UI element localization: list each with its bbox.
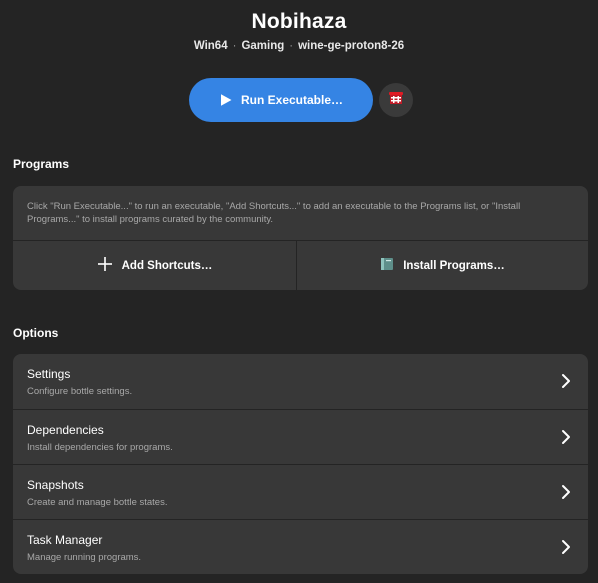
option-title: Task Manager — [27, 533, 103, 547]
option-subtitle: Manage running programs. — [27, 552, 142, 563]
chevron-right-icon — [562, 485, 570, 499]
options-section-title: Options — [13, 326, 59, 340]
install-programs-label: Install Programs… — [403, 259, 505, 272]
option-title: Snapshots — [27, 478, 84, 492]
chevron-right-icon — [562, 430, 570, 444]
option-subtitle: Install dependencies for programs. — [27, 442, 173, 453]
book-icon — [380, 257, 394, 274]
programs-section-title: Programs — [13, 157, 70, 171]
dependencies-row[interactable]: Dependencies Install dependencies for pr… — [13, 410, 588, 464]
tag-separator: · — [232, 40, 237, 52]
option-subtitle: Configure bottle settings. — [27, 386, 133, 397]
option-title: Settings — [27, 367, 71, 381]
run-executable-label: Run Executable… — [240, 93, 344, 107]
option-subtitle: Create and manage bottle states. — [27, 497, 168, 508]
option-title: Dependencies — [27, 423, 104, 437]
runner-tag: wine-ge-proton8-26 — [298, 40, 405, 52]
bottle-icon — [388, 90, 404, 111]
page-title: Nobihaza — [251, 10, 347, 33]
bottle-tags: Win64 · Gaming · wine-ge-proton8-26 — [0, 40, 598, 52]
environment-tag: Gaming — [241, 40, 285, 52]
task-manager-row[interactable]: Task Manager Manage running programs. — [13, 520, 588, 574]
programs-description: Click "Run Executable..." to run an exec… — [27, 201, 521, 225]
chevron-right-icon — [562, 540, 570, 554]
programs-card: Click "Run Executable..." to run an exec… — [13, 186, 588, 290]
add-shortcuts-label: Add Shortcuts… — [121, 259, 213, 272]
architecture-tag: Win64 — [193, 40, 228, 52]
snapshots-row[interactable]: Snapshots Create and manage bottle state… — [13, 465, 588, 519]
bottle-menu-button[interactable] — [379, 83, 413, 117]
settings-row[interactable]: Settings Configure bottle settings. — [13, 354, 588, 408]
chevron-right-icon — [562, 374, 570, 388]
tag-separator: · — [289, 40, 294, 52]
options-list: Settings Configure bottle settings. Depe… — [13, 354, 588, 574]
run-executable-button[interactable]: Run Executable… — [189, 78, 373, 122]
bottle-details-page: Nobihaza Win64 · Gaming · wine-ge-proton8-26… — [0, 0, 598, 583]
plus-icon — [97, 256, 113, 275]
play-icon — [219, 93, 233, 107]
add-shortcuts-button[interactable]: Add Shortcuts… — [13, 241, 296, 290]
install-programs-button[interactable]: Install Programs… — [297, 241, 588, 290]
